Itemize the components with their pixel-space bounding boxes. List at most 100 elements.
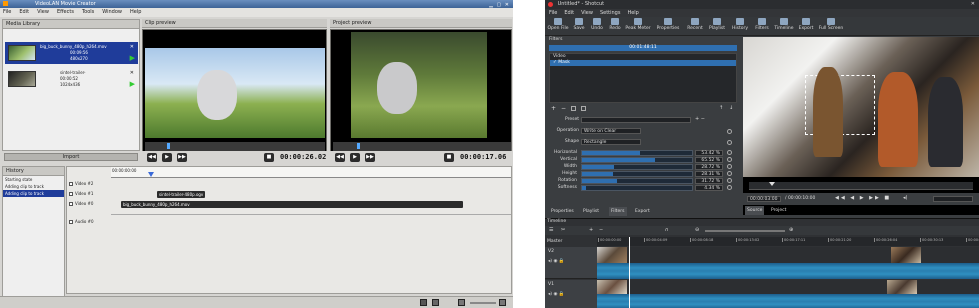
add-filter-button[interactable]: + bbox=[551, 105, 556, 112]
reset-icon[interactable] bbox=[727, 185, 732, 190]
export-button[interactable]: Export bbox=[797, 18, 815, 31]
menu-icon[interactable]: ☰ bbox=[549, 227, 553, 233]
track-toggle[interactable] bbox=[69, 202, 73, 206]
media-item[interactable]: big_buck_bunny_480p_h264.mov 00:09:56 48… bbox=[5, 42, 138, 64]
timeline-button[interactable]: Timeline bbox=[773, 18, 795, 31]
slider-value[interactable]: 28.72 % bbox=[695, 164, 723, 170]
add-preset-icon[interactable]: + − bbox=[695, 116, 705, 122]
paste-filter-icon[interactable] bbox=[581, 106, 586, 111]
slider-value[interactable]: 53.42 % bbox=[695, 150, 723, 156]
slider-track[interactable] bbox=[581, 178, 693, 184]
history-item[interactable]: Adding clip to track bbox=[3, 190, 64, 197]
reset-icon[interactable] bbox=[727, 164, 732, 169]
volume-icon[interactable]: ◂) bbox=[903, 195, 907, 201]
media-item[interactable]: sintel-trailer- 00:00:52 1024x436 ✕ ▶ bbox=[5, 68, 138, 90]
timeline-clip[interactable]: sintel-trailer-480p.ogv bbox=[157, 191, 205, 198]
play-button[interactable]: ▶ bbox=[162, 153, 172, 162]
close-icon[interactable]: ✕ bbox=[130, 44, 134, 50]
zoom-out-icon[interactable] bbox=[458, 299, 465, 306]
menu-tools[interactable]: Tools bbox=[82, 9, 94, 15]
next-frame-button[interactable]: ▶▶ bbox=[177, 153, 187, 162]
filters-button[interactable]: Filters bbox=[753, 18, 771, 31]
move-up-icon[interactable]: ↑ bbox=[719, 105, 723, 111]
menu-settings[interactable]: Settings bbox=[600, 10, 621, 16]
move-down-icon[interactable]: ↓ bbox=[729, 105, 733, 111]
cut-icon[interactable]: ✂ bbox=[561, 227, 565, 233]
preset-select[interactable] bbox=[581, 117, 691, 123]
slider-value[interactable]: 65.52 % bbox=[695, 157, 723, 163]
snap-icon[interactable]: ∩ bbox=[665, 227, 669, 233]
reset-icon[interactable] bbox=[727, 150, 732, 155]
next-frame-button[interactable]: ▶▶ bbox=[365, 153, 375, 162]
scrub-marker[interactable] bbox=[357, 143, 360, 149]
mute-icon[interactable]: ◂) ◉ 🔒 bbox=[548, 259, 564, 264]
stop-button[interactable]: ■ bbox=[444, 153, 454, 162]
shape-select[interactable]: Rectangle bbox=[581, 139, 641, 145]
playlist-button[interactable]: Playlist bbox=[707, 18, 727, 31]
play-button[interactable]: ▶ bbox=[350, 153, 360, 162]
project-scrubber[interactable] bbox=[333, 142, 511, 151]
tab-export[interactable]: Export bbox=[633, 207, 652, 216]
menu-effects[interactable]: Effects bbox=[57, 9, 74, 15]
timeline-ruler[interactable]: 00:00:00:00 00:00:04:09 00:00:08:18 00:00:1… bbox=[597, 237, 979, 246]
remove-filter-button[interactable]: − bbox=[561, 105, 566, 112]
timeline-clip[interactable] bbox=[891, 247, 979, 279]
track-toggle[interactable] bbox=[69, 182, 73, 186]
menu-file[interactable]: File bbox=[549, 10, 557, 16]
full-screen-button[interactable]: Full Screen bbox=[817, 18, 845, 31]
append-icon[interactable]: + bbox=[589, 227, 593, 233]
menu-edit[interactable]: Edit bbox=[564, 10, 574, 16]
reset-icon[interactable] bbox=[727, 140, 732, 145]
timeline-clip[interactable] bbox=[597, 280, 979, 308]
peak-meter-button[interactable]: Peak Meter bbox=[625, 18, 651, 31]
scrub-marker[interactable] bbox=[167, 143, 170, 149]
viewer-scrubber[interactable] bbox=[749, 182, 973, 190]
redo-button[interactable]: Redo bbox=[607, 18, 623, 31]
properties-button[interactable]: Properties bbox=[654, 18, 682, 31]
history-item[interactable]: Starting state bbox=[3, 176, 64, 183]
timeline-clip[interactable] bbox=[597, 247, 891, 279]
previous-frame-button[interactable]: ◀◀ bbox=[335, 153, 345, 162]
remove-icon[interactable]: − bbox=[599, 227, 603, 233]
menu-help[interactable]: Help bbox=[627, 10, 638, 16]
play-icon[interactable]: ▶ bbox=[130, 54, 135, 62]
undo-button[interactable]: Undo bbox=[589, 18, 605, 31]
filter-list-item[interactable]: ✓ Mask bbox=[550, 60, 736, 66]
menu-view[interactable]: View bbox=[37, 9, 49, 15]
slider-value[interactable]: 4.34 % bbox=[695, 185, 723, 191]
slider-value[interactable]: 31.72 % bbox=[695, 178, 723, 184]
playhead[interactable] bbox=[629, 237, 630, 308]
history-item[interactable]: Adding clip to track bbox=[3, 183, 64, 190]
zoom-slider[interactable] bbox=[705, 230, 785, 232]
render-icon[interactable] bbox=[420, 299, 427, 306]
reset-icon[interactable] bbox=[727, 178, 732, 183]
slider-track[interactable] bbox=[581, 157, 693, 163]
transport-controls[interactable]: ◀◀ ◀ ▶ ▶▶ ■ bbox=[835, 195, 891, 201]
clip-scrubber[interactable] bbox=[145, 142, 325, 151]
menu-file[interactable]: File bbox=[3, 9, 11, 15]
menu-edit[interactable]: Edit bbox=[19, 9, 29, 15]
tab-playlist[interactable]: Playlist bbox=[581, 207, 601, 216]
zoom-out-icon[interactable]: ⊖ bbox=[695, 227, 699, 233]
tab-properties[interactable]: Properties bbox=[549, 207, 576, 216]
reset-icon[interactable] bbox=[727, 157, 732, 162]
tab-project[interactable]: Project bbox=[769, 206, 788, 215]
slider-track[interactable] bbox=[581, 150, 693, 156]
zoom-in-icon[interactable] bbox=[499, 299, 506, 306]
slider-track[interactable] bbox=[581, 171, 693, 177]
viewer-timecode[interactable]: 00:00:03:00 bbox=[747, 196, 781, 202]
reset-icon[interactable] bbox=[727, 129, 732, 134]
operation-select[interactable]: Write on Clear bbox=[581, 128, 641, 134]
reset-icon[interactable] bbox=[727, 171, 732, 176]
tab-source[interactable]: Source bbox=[745, 206, 765, 215]
open-file-button[interactable]: Open File bbox=[547, 18, 569, 31]
copy-filter-icon[interactable] bbox=[571, 106, 576, 111]
tab-filters[interactable]: Filters bbox=[609, 207, 627, 216]
zoom-in-icon[interactable]: ⊕ bbox=[789, 227, 793, 233]
close-icon[interactable]: ✕ bbox=[130, 70, 134, 76]
menu-help[interactable]: Help bbox=[130, 9, 141, 15]
recent-button[interactable]: Recent bbox=[685, 18, 705, 31]
settings-icon[interactable] bbox=[432, 299, 439, 306]
previous-frame-button[interactable]: ◀◀ bbox=[147, 153, 157, 162]
slider-value[interactable]: 28.31 % bbox=[695, 171, 723, 177]
